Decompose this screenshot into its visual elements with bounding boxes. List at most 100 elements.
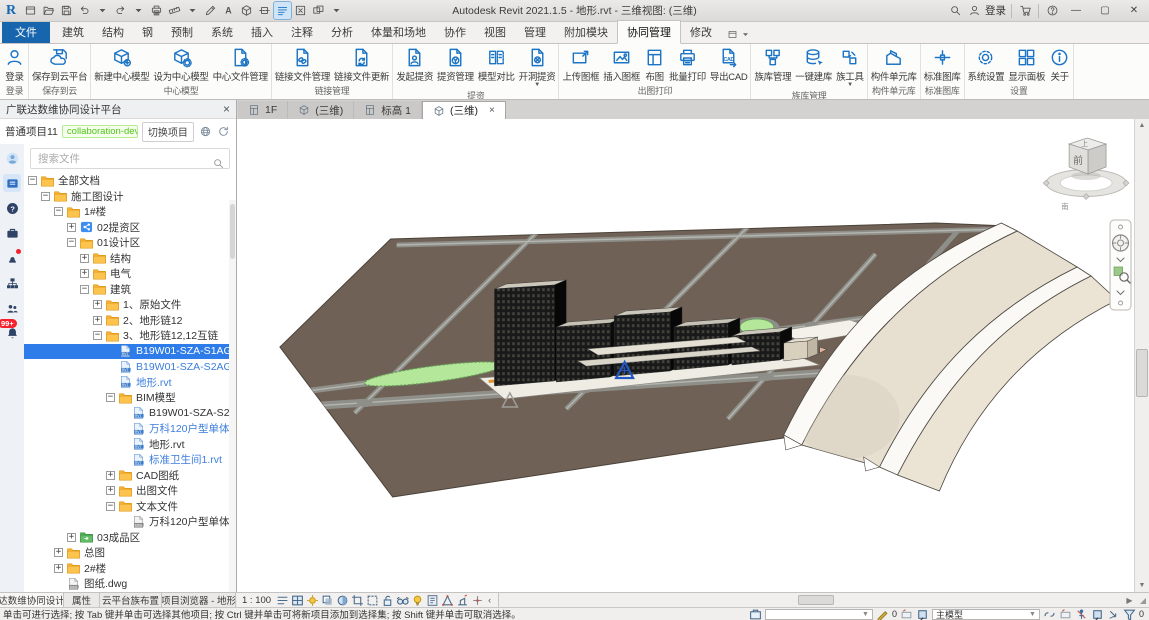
caret-down-icon[interactable]: [130, 2, 147, 19]
tree-item-BIM模型[interactable]: −BIM模型: [24, 390, 236, 406]
tree-item-2、地形链12[interactable]: +2、地形链12: [24, 313, 236, 329]
tree-item-B19W01-SZA-S2AG-AR-N[interactable]: RVTB19W01-SZA-S2AG-AR-N: [24, 406, 236, 422]
sun-path-icon[interactable]: [306, 594, 319, 607]
tab-体量和场地[interactable]: 体量和场地: [362, 21, 435, 43]
requests-icon[interactable]: [876, 608, 889, 620]
modify-panel-toggle[interactable]: [721, 26, 757, 43]
tree-toggle-icon[interactable]: −: [28, 176, 37, 185]
tree-item-电气[interactable]: +电气: [24, 266, 236, 282]
tree-toggle-icon[interactable]: +: [67, 223, 76, 232]
render-icon[interactable]: [336, 594, 349, 607]
tab-附加模块[interactable]: 附加模块: [555, 21, 617, 43]
design-option-select[interactable]: 主模型▼: [932, 609, 1040, 620]
系统设置-button[interactable]: 系统设置: [966, 47, 1007, 83]
tree-toggle-icon[interactable]: +: [54, 548, 63, 557]
select-by-face-icon[interactable]: [916, 608, 929, 620]
panel-tab-项目浏览器 - 地形[interactable]: 项目浏览器 - 地形: [162, 593, 236, 607]
select-by-face-icon[interactable]: [1091, 608, 1104, 620]
worksets-icon[interactable]: [749, 608, 762, 620]
导出CAD-button[interactable]: CAD导出CAD: [708, 47, 750, 83]
vscroll-thumb[interactable]: [1136, 349, 1148, 397]
tab-钢[interactable]: 钢: [133, 21, 162, 43]
section-icon[interactable]: [256, 2, 273, 19]
tree-toggle-icon[interactable]: +: [106, 486, 115, 495]
panel-tab-云平台族布置[interactable]: 云平台族布置: [100, 593, 162, 607]
开洞提资-button[interactable]: 开洞提资▼: [517, 47, 558, 88]
rail-toolbox-icon[interactable]: [3, 224, 21, 242]
tree-item-万科120户型单体楼栋.dwg[interactable]: DWG万科120户型单体楼栋.dwg: [24, 514, 236, 530]
tab-视图[interactable]: 视图: [475, 21, 515, 43]
tree-item-B19W01-SZA-S2AG-AR-N[interactable]: RVTB19W01-SZA-S2AG-AR-N: [24, 359, 236, 375]
measure-icon[interactable]: [166, 2, 183, 19]
search-icon[interactable]: [212, 157, 225, 170]
tree-item-02提资区[interactable]: +02提资区: [24, 220, 236, 236]
tree-item-2#楼[interactable]: +2#楼: [24, 561, 236, 577]
pencil-icon[interactable]: [202, 2, 219, 19]
viewcube-south-label[interactable]: 南: [1061, 201, 1069, 211]
tree-toggle-icon[interactable]: +: [67, 533, 76, 542]
标准图库-button[interactable]: 标准图库: [922, 47, 963, 83]
horizontal-scrollbar[interactable]: ▶ ◢: [499, 593, 1149, 607]
tab-管理[interactable]: 管理: [515, 21, 555, 43]
select-links-icon[interactable]: [1043, 608, 1056, 620]
text-A-icon[interactable]: A: [220, 2, 237, 19]
tab-分析[interactable]: 分析: [322, 21, 362, 43]
tree-toggle-icon[interactable]: −: [93, 331, 102, 340]
tree-toggle-icon[interactable]: +: [106, 471, 115, 480]
shadows-icon[interactable]: [321, 594, 334, 607]
save-icon[interactable]: [58, 2, 75, 19]
show-crop-icon[interactable]: [366, 594, 379, 607]
view-scale[interactable]: 1 : 100: [242, 595, 271, 606]
tree-toggle-icon[interactable]: −: [67, 238, 76, 247]
temp-view-props-icon[interactable]: [426, 594, 439, 607]
发起提资-button[interactable]: 发起提资: [394, 47, 435, 83]
一键建库-button[interactable]: 一键建库: [793, 47, 834, 83]
链接文件更新-button[interactable]: 链接文件更新: [332, 47, 391, 83]
hscroll-thumb[interactable]: [798, 595, 834, 605]
构件单元库-button[interactable]: 构件单元库: [869, 47, 919, 83]
restore-button[interactable]: ▢: [1092, 2, 1118, 20]
view-tab-1F[interactable]: 1F: [238, 101, 288, 119]
viewcube-top-label[interactable]: 上: [1081, 139, 1088, 148]
登录-button[interactable]: 登录: [2, 47, 27, 83]
tree-item-CAD图纸[interactable]: +CAD图纸: [24, 468, 236, 484]
tab-修改[interactable]: 修改: [681, 21, 721, 43]
scroll-right-icon[interactable]: ▶: [1123, 593, 1136, 607]
collapse-icon[interactable]: ‹: [486, 595, 493, 605]
tree-item-出图文件[interactable]: +出图文件: [24, 483, 236, 499]
windows-icon[interactable]: [310, 2, 327, 19]
tree-item-全部文档[interactable]: −全部文档: [24, 173, 236, 189]
panel-tab-广联达数维协同设计平台[interactable]: 广联达数维协同设计平台: [0, 593, 64, 607]
switch-project-button[interactable]: 切换项目: [142, 122, 194, 142]
tree-item-建筑[interactable]: −建筑: [24, 282, 236, 298]
tree-toggle-icon[interactable]: −: [106, 393, 115, 402]
view3d-icon[interactable]: [238, 2, 255, 19]
model-3d-view[interactable]: 上 前 南: [237, 119, 1134, 592]
globe-icon[interactable]: [198, 124, 213, 140]
tree-item-施工图设计[interactable]: −施工图设计: [24, 189, 236, 205]
rail-notifications-icon[interactable]: 99+: [3, 324, 21, 342]
view-tab-(三维)[interactable]: (三维): [288, 101, 354, 119]
显示面板-button[interactable]: 显示面板: [1006, 47, 1047, 83]
tree-toggle-icon[interactable]: +: [80, 269, 89, 278]
detail-level-icon[interactable]: [276, 594, 289, 607]
tree-item-03成品区[interactable]: +03成品区: [24, 530, 236, 546]
close-button[interactable]: ✕: [1121, 2, 1147, 20]
thin-lines-icon[interactable]: [274, 2, 291, 19]
rail-audit-icon[interactable]: [3, 249, 21, 267]
tree-toggle-icon[interactable]: +: [80, 254, 89, 263]
新建中心模型-button[interactable]: 新建中心模型: [92, 47, 151, 83]
tree-item-01设计区[interactable]: −01设计区: [24, 235, 236, 251]
模型对比-button[interactable]: 模型对比: [476, 47, 517, 83]
tree-toggle-icon[interactable]: −: [80, 285, 89, 294]
view-cube[interactable]: 上 前 南: [1043, 138, 1129, 211]
tree-item-结构[interactable]: +结构: [24, 251, 236, 267]
批量打印-button[interactable]: 批量打印: [667, 47, 708, 83]
search-input[interactable]: [30, 148, 230, 169]
上传图框-button[interactable]: 上传图框: [560, 47, 601, 83]
revit-logo-icon[interactable]: R: [2, 3, 22, 19]
rail-sitemap-icon[interactable]: [3, 274, 21, 292]
drag-on-selection-icon[interactable]: [1107, 608, 1120, 620]
关于-button[interactable]: 关于: [1047, 47, 1072, 83]
constraints-icon[interactable]: [471, 594, 484, 607]
